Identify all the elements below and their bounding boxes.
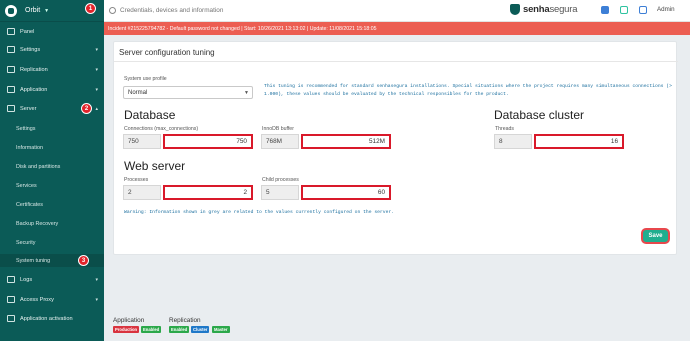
processes-label: Processes [124,177,149,183]
processes-input[interactable]: 2 [163,185,253,200]
connections-input[interactable]: 750 [163,134,253,149]
sidebar: Orbit ▼ 1 Panel Settings ▾ Replication ▾ A… [0,0,104,341]
replication-icon [7,66,15,73]
sidebar-subitem-certificates[interactable]: Certificates [0,199,104,210]
tag-replication-enabled: Enabled [169,326,190,333]
child-processes-input[interactable]: 60 [301,185,391,200]
sidebar-subitem-security[interactable]: Security [0,237,104,248]
database-cluster-heading: Database cluster [494,108,585,122]
home-icon[interactable] [601,6,609,14]
activation-icon [7,315,15,322]
threads-current: 8 [494,134,532,149]
sidebar-item-panel[interactable]: Panel [0,26,104,37]
logs-icon [7,276,15,283]
innodb-label: InnoDB buffer [262,126,294,132]
panel-icon [7,28,15,35]
page-title: Server configuration tuning [114,42,678,62]
application-icon [7,86,15,93]
save-button[interactable]: Save [641,228,670,244]
sidebar-item-settings[interactable]: Settings ▾ [0,44,104,55]
chevron-down-icon: ▾ [95,46,98,53]
search-icon [109,7,116,14]
chevron-down-icon: ▼ [244,89,249,96]
innodb-input[interactable]: 512M [301,134,391,149]
server-icon [7,105,15,112]
environment-selector[interactable]: Orbit [25,7,40,14]
threads-label: Threads [495,126,515,132]
senhasegura-logo: senhasegura [510,4,578,15]
processes-current: 2 [123,185,161,200]
gear-icon [7,46,15,53]
footer-replication-title: Replication [169,317,201,324]
step-badge-3: 3 [78,255,89,266]
tuning-note: This tuning is recommended for standard … [264,84,672,97]
connections-label: Connections (max_connections) [124,126,199,132]
step-badge-2: 2 [81,103,92,114]
tag-production: Production [113,326,140,333]
sidebar-item-logs[interactable]: Logs ▾ [0,274,104,285]
proxy-icon [7,296,15,303]
footer-application-title: Application [113,317,145,324]
sidebar-subitem-backup-recovery[interactable]: Backup Recovery [0,218,104,229]
tag-app-enabled: Enabled [141,326,162,333]
shield-icon [510,4,520,15]
warning-note: Warning: Information shown in grey are r… [124,210,395,215]
child-processes-label: Child processes [262,177,299,183]
sidebar-item-application[interactable]: Application ▾ [0,84,104,95]
chevron-down-icon: ▾ [95,86,98,93]
chevron-down-icon: ▾ [95,296,98,303]
profile-label: System use profile [124,76,167,82]
chevron-up-icon: ▴ [95,105,98,112]
chevron-down-icon[interactable]: ▼ [44,8,49,14]
child-processes-current: 5 [261,185,299,200]
innodb-current: 768M [261,134,299,149]
threads-input[interactable]: 16 [534,134,624,149]
database-heading: Database [124,108,176,122]
tag-master: Master [212,326,230,333]
search-input[interactable] [120,7,370,14]
tag-cluster: Cluster [191,326,210,333]
sidebar-subitem-disk-partitions[interactable]: Disk and partitions [0,161,104,172]
step-badge-1: 1 [85,3,96,14]
grid-icon[interactable] [639,6,647,14]
connections-current: 750 [123,134,161,149]
sidebar-subitem-settings[interactable]: Settings [0,123,104,134]
web-server-heading: Web server [124,159,186,173]
incident-banner[interactable]: Incident #215225794782 - Default passwor… [104,22,690,35]
sidebar-subitem-information[interactable]: Information [0,142,104,153]
chevron-down-icon: ▾ [95,66,98,73]
chevron-down-icon: ▾ [95,276,98,283]
server-tuning-card: Server configuration tuning System use p… [113,41,678,255]
admin-menu[interactable]: Admin [657,6,675,13]
logo-icon [5,4,17,17]
sidebar-item-application-activation[interactable]: Application activation [0,313,104,324]
add-icon[interactable] [620,6,628,14]
sidebar-item-replication[interactable]: Replication ▾ [0,64,104,75]
sidebar-subitem-services[interactable]: Services [0,180,104,191]
sidebar-item-access-proxy[interactable]: Access Proxy ▾ [0,294,104,305]
profile-select[interactable]: Normal ▼ [123,86,253,99]
topbar: senhasegura Admin [104,0,690,22]
